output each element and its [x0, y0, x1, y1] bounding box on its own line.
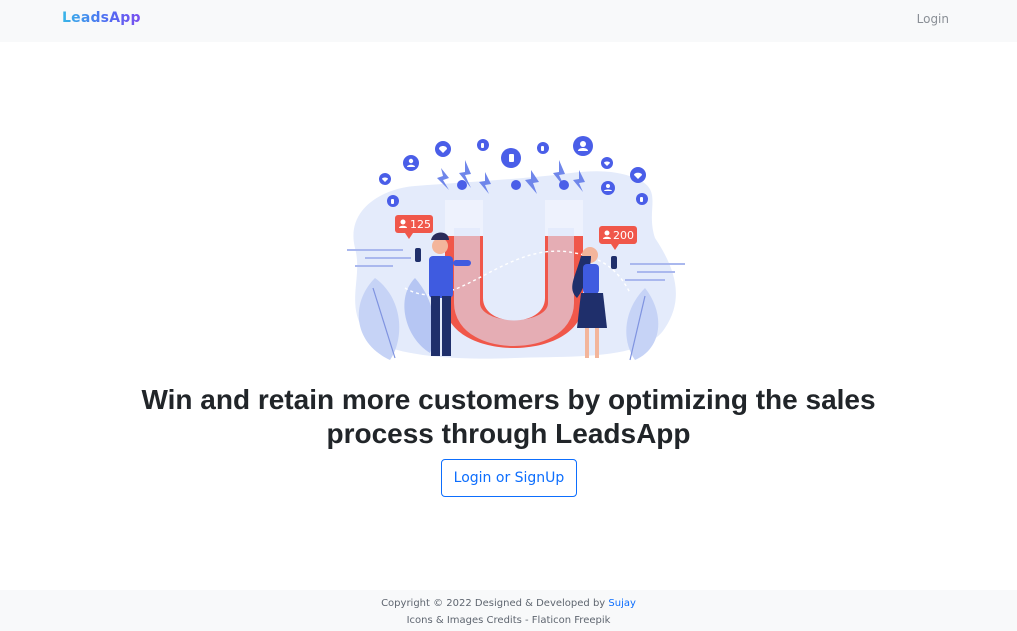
- credits-text: Icons & Images Credits - Flaticon Freepi…: [406, 615, 611, 626]
- hero-headline: Win and retain more customers by optimiz…: [0, 383, 1017, 451]
- copyright-text: Copyright © 2022 Designed & Developed by…: [0, 598, 1017, 609]
- headline-line-2: process through LeadsApp: [326, 418, 691, 449]
- badge-right-count: 200: [613, 229, 634, 242]
- badge-left-count: 125: [410, 218, 431, 231]
- page-footer: Copyright © 2022 Designed & Developed by…: [0, 590, 1017, 631]
- brand-logo[interactable]: LeadsApp: [62, 10, 141, 26]
- login-signup-button[interactable]: Login or SignUp: [441, 459, 577, 497]
- hero-illustration: 125 200: [345, 128, 690, 368]
- user-icon: [408, 158, 414, 164]
- author-link[interactable]: Sujay: [608, 598, 636, 609]
- top-navbar: LeadsApp Login: [0, 0, 1017, 42]
- copyright-prefix: Copyright © 2022 Designed & Developed by: [381, 598, 609, 609]
- nav-login-link[interactable]: Login: [917, 12, 949, 26]
- headline-line-1: Win and retain more customers by optimiz…: [141, 384, 876, 415]
- like-icon: [509, 154, 514, 162]
